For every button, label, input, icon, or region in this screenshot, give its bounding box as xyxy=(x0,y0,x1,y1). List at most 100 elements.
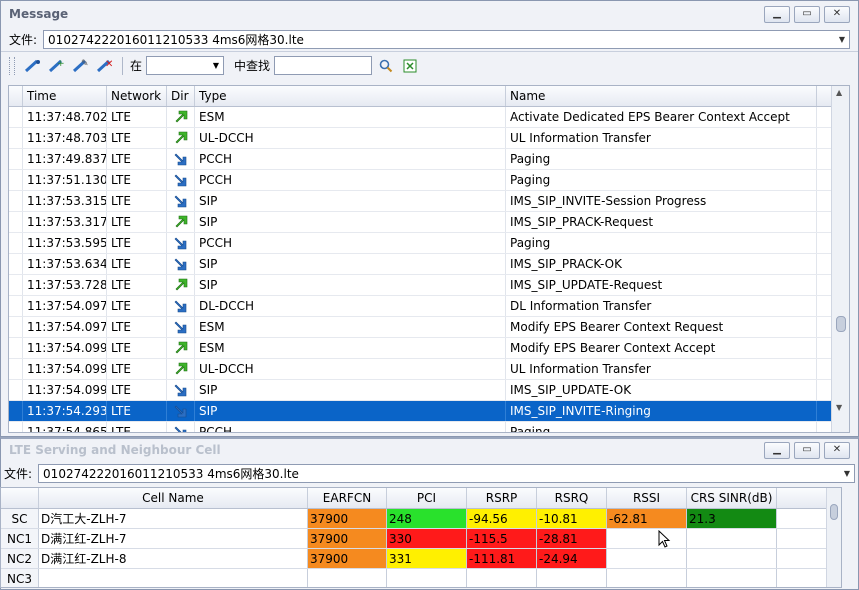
column-header-rsrp[interactable]: RSRP xyxy=(467,488,537,508)
cell-network: LTE xyxy=(107,233,167,253)
cell-pci: 330 xyxy=(387,529,467,548)
maximize-button[interactable]: ▭ xyxy=(794,441,820,459)
file-label: 文件: xyxy=(9,32,38,47)
downlink-arrow-icon xyxy=(167,191,195,211)
message-toolbar: + ✎ ✕ 在 ▼ 中查找 xyxy=(1,51,858,79)
cell-network: LTE xyxy=(107,275,167,295)
filter-remove-icon[interactable]: ✕ xyxy=(95,56,115,76)
search-input[interactable] xyxy=(274,56,373,75)
table-row[interactable]: 11:37:54.099 LTE UL-DCCH UL Information Tra… xyxy=(9,359,849,380)
table-row[interactable]: NC2 D满江红-ZLH-8 37900 331 -111.81 -24.94 xyxy=(1,549,841,569)
filter-edit-icon[interactable]: ✎ xyxy=(71,56,91,76)
filter-add-icon[interactable]: + xyxy=(47,56,67,76)
excel-export-icon[interactable] xyxy=(400,56,420,76)
column-header-network[interactable]: Network xyxy=(107,86,167,106)
table-row[interactable]: SC D汽工大-ZLH-7 37900 248 -94.56 -10.81 -62.81 21… xyxy=(1,509,841,529)
message-grid-scrollbar[interactable]: ▲ ▼ xyxy=(831,86,849,432)
maximize-button[interactable]: ▭ xyxy=(794,5,820,23)
file-select-value: 010274222016011210533 4ms6网格30.lte xyxy=(48,32,304,47)
scroll-down-icon[interactable]: ▼ xyxy=(836,403,842,412)
downlink-arrow-icon xyxy=(167,254,195,274)
table-row[interactable]: 11:37:53.317 LTE SIP IMS_SIP_PRACK-Request xyxy=(9,212,849,233)
cell-time: 11:37:54.097 xyxy=(23,296,107,316)
table-row[interactable]: 11:37:53.595 LTE PCCH Paging xyxy=(9,233,849,254)
cell-time: 11:37:49.837 xyxy=(23,149,107,169)
cell-type: SIP xyxy=(195,212,506,232)
column-header-cell-name[interactable]: Cell Name xyxy=(39,488,308,508)
column-header-type[interactable]: Type xyxy=(195,86,506,106)
column-header-dir[interactable]: Dir xyxy=(167,86,195,106)
cell-rsrp: -111.81 xyxy=(467,549,537,568)
cell-earfcn: 37900 xyxy=(308,509,387,528)
table-row[interactable]: 11:37:48.702 LTE ESM Activate Dedicated EPS… xyxy=(9,107,849,128)
table-row[interactable]: 11:37:53.728 LTE SIP IMS_SIP_UPDATE-Request xyxy=(9,275,849,296)
cell-title: LTE Serving and Neighbour Cell xyxy=(9,443,221,457)
downlink-arrow-icon xyxy=(167,317,195,337)
table-row[interactable]: 11:37:48.703 LTE UL-DCCH UL Information Tra… xyxy=(9,128,849,149)
row-label: NC2 xyxy=(1,549,39,568)
filter-icon[interactable] xyxy=(23,56,43,76)
row-indicator xyxy=(9,254,23,274)
scrollbar-thumb[interactable] xyxy=(836,316,846,332)
cell-time: 11:37:54.097 xyxy=(23,317,107,337)
cell-file-row: 文件: 010274222016011210533 4ms6网格30.lte ▼ xyxy=(1,461,858,485)
file-select[interactable]: 010274222016011210533 4ms6网格30.lte ▼ xyxy=(38,463,855,483)
cell-time: 11:37:51.130 xyxy=(23,170,107,190)
table-row[interactable]: NC1 D满江红-ZLH-7 37900 330 -115.5 -28.81 xyxy=(1,529,841,549)
column-header-name[interactable]: Name xyxy=(506,86,817,106)
toolbar-separator xyxy=(122,56,123,75)
row-indicator-header xyxy=(9,86,23,106)
column-header-time[interactable]: Time xyxy=(23,86,107,106)
cell-table-body: SC D汽工大-ZLH-7 37900 248 -94.56 -10.81 -62.81 21… xyxy=(1,509,841,587)
row-indicator xyxy=(9,296,23,316)
cell-type: PCCH xyxy=(195,170,506,190)
cell-network: LTE xyxy=(107,422,167,432)
cell-name: IMS_SIP_INVITE-Session Progress xyxy=(506,191,817,211)
column-header-rsrq[interactable]: RSRQ xyxy=(537,488,607,508)
uplink-arrow-icon xyxy=(167,107,195,127)
scrollbar-thumb[interactable] xyxy=(830,504,838,520)
table-row[interactable]: 11:37:54.097 LTE DL-DCCH DL Information Tra… xyxy=(9,296,849,317)
cell-name: IMS_SIP_PRACK-OK xyxy=(506,254,817,274)
cell-table-scrollbar[interactable] xyxy=(826,488,841,587)
table-row[interactable]: 11:37:51.130 LTE PCCH Paging xyxy=(9,170,849,191)
cell-time: 11:37:53.728 xyxy=(23,275,107,295)
row-indicator xyxy=(9,149,23,169)
message-file-row: 文件: 010274222016011210533 4ms6网格30.lte ▼ xyxy=(1,27,858,51)
minimize-button[interactable]: ▁ xyxy=(764,441,790,459)
file-select[interactable]: 010274222016011210533 4ms6网格30.lte ▼ xyxy=(43,29,850,49)
close-button[interactable]: ✕ xyxy=(824,5,850,23)
table-row[interactable]: NC3 xyxy=(1,569,841,587)
chevron-down-icon: ▼ xyxy=(843,468,850,478)
column-header-earfcn[interactable]: EARFCN xyxy=(308,488,387,508)
cell-rssi xyxy=(607,529,687,548)
table-row[interactable]: 11:37:54.865 LTE PCCH Paging xyxy=(9,422,849,432)
table-row[interactable]: 11:37:54.099 LTE SIP IMS_SIP_UPDATE-OK xyxy=(9,380,849,401)
cell-name-value: D满江红-ZLH-8 xyxy=(39,549,308,568)
table-row[interactable]: 11:37:54.097 LTE ESM Modify EPS Bearer Cont… xyxy=(9,317,849,338)
column-header-rssi[interactable]: RSSI xyxy=(607,488,687,508)
scroll-up-icon[interactable]: ▲ xyxy=(836,88,842,97)
table-row[interactable]: 11:37:54.293 LTE SIP IMS_SIP_INVITE-Ringing xyxy=(9,401,849,422)
cell-network: LTE xyxy=(107,401,167,421)
cell-network: LTE xyxy=(107,107,167,127)
search-scope-select[interactable]: ▼ xyxy=(146,56,225,75)
downlink-arrow-icon xyxy=(167,422,195,432)
table-row[interactable]: 11:37:49.837 LTE PCCH Paging xyxy=(9,149,849,170)
cell-time: 11:37:53.317 xyxy=(23,212,107,232)
table-row[interactable]: 11:37:53.315 LTE SIP IMS_SIP_INVITE-Session… xyxy=(9,191,849,212)
minimize-button[interactable]: ▁ xyxy=(764,5,790,23)
cell-name: Paging xyxy=(506,170,817,190)
table-row[interactable]: 11:37:54.099 LTE ESM Modify EPS Bearer Cont… xyxy=(9,338,849,359)
toolbar-grip[interactable] xyxy=(9,56,15,75)
cell-network: LTE xyxy=(107,149,167,169)
column-header-pci[interactable]: PCI xyxy=(387,488,467,508)
table-row[interactable]: 11:37:53.634 LTE SIP IMS_SIP_PRACK-OK xyxy=(9,254,849,275)
svg-text:+: + xyxy=(57,59,65,69)
close-button[interactable]: ✕ xyxy=(824,441,850,459)
cell-network: LTE xyxy=(107,359,167,379)
cell-name: IMS_SIP_INVITE-Ringing xyxy=(506,401,817,421)
column-header-sinr[interactable]: CRS SINR(dB) xyxy=(687,488,777,508)
cell-name: IMS_SIP_UPDATE-OK xyxy=(506,380,817,400)
search-icon[interactable] xyxy=(376,56,396,76)
